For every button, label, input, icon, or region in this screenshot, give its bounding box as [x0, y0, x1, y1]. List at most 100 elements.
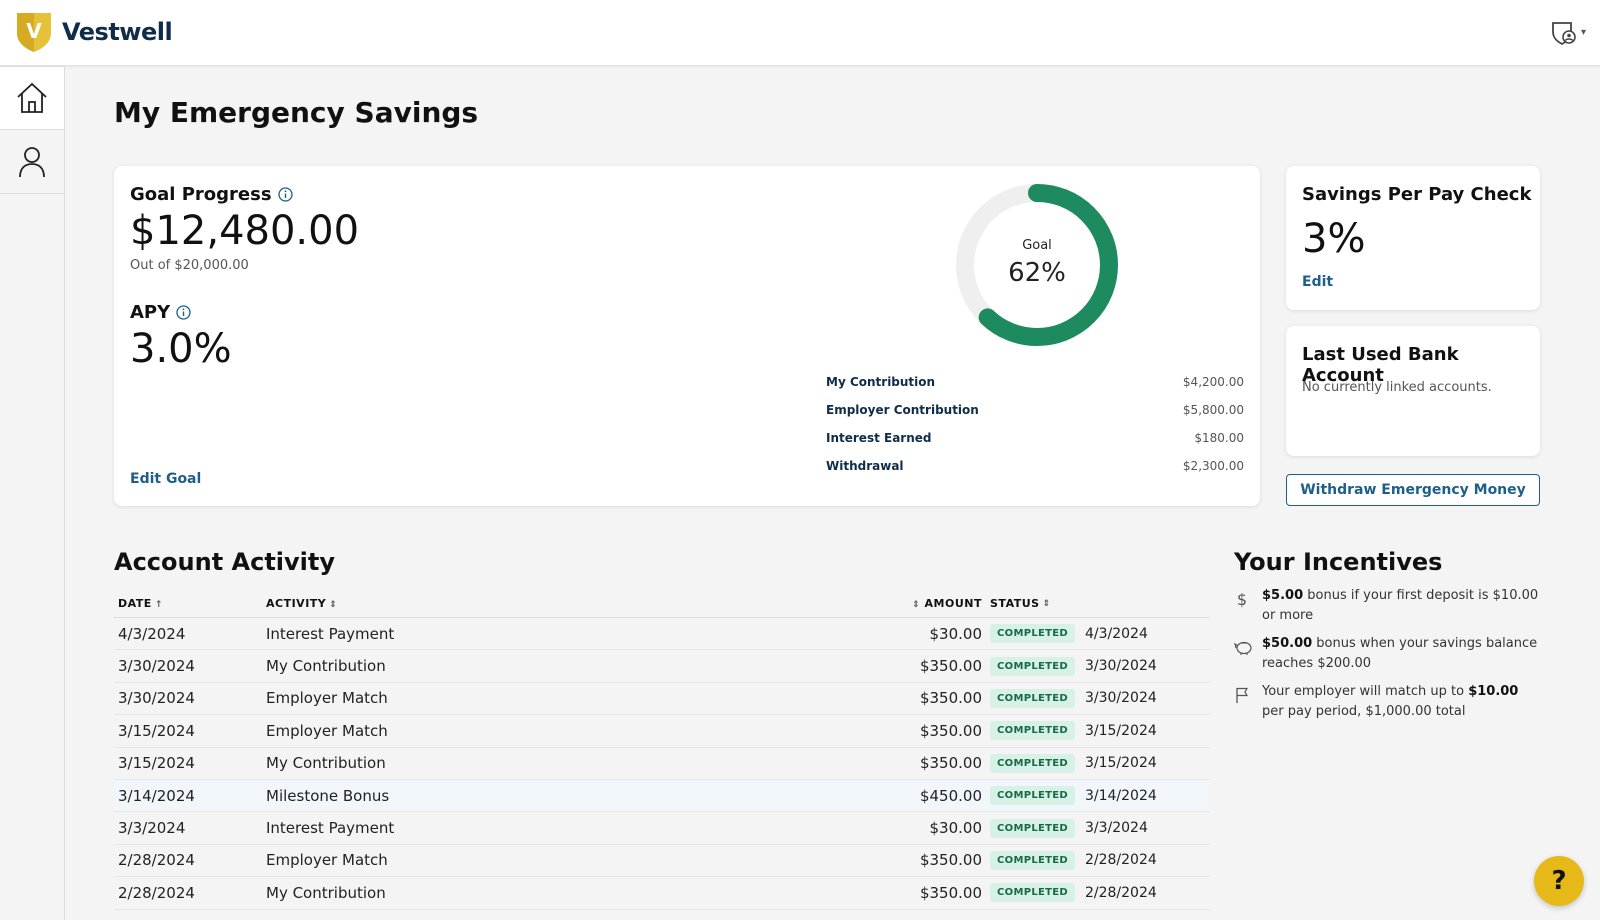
row-amount: $350.00 — [919, 721, 982, 740]
row-amount: $350.00 — [919, 657, 982, 676]
status-date: 3/3/2024 — [1084, 820, 1148, 837]
row-amount: $30.00 — [929, 819, 983, 838]
breakdown-row: Employer Contribution $5,800.00 — [826, 396, 1244, 424]
status-badge: COMPLETED — [990, 786, 1075, 806]
home-icon — [17, 82, 47, 113]
sidebar-item-profile[interactable] — [0, 130, 64, 194]
status-badge: COMPLETED — [990, 624, 1075, 644]
incentive-description: bonus if your first deposit is $10.00 or… — [1262, 588, 1539, 623]
breakdown-value: $4,200.00 — [1182, 375, 1244, 389]
row-date: 3/15/2024 — [118, 754, 195, 773]
column-header-date[interactable]: DATE ↑ — [114, 597, 266, 610]
status-header-label: STATUS — [990, 597, 1040, 610]
brand-name: Vestwell — [62, 18, 173, 46]
sidebar-item-home[interactable] — [0, 66, 64, 130]
row-amount: $30.00 — [929, 624, 983, 643]
table-row[interactable]: 3/30/2024 Employer Match $350.00 COMPLETED 3… — [114, 683, 1210, 716]
row-amount: $350.00 — [919, 754, 982, 773]
row-activity: Employer Match — [266, 721, 388, 740]
table-row[interactable]: 3/3/2024 Interest Payment $30.00 COMPLETED 3… — [114, 812, 1210, 845]
row-activity: My Contribution — [266, 883, 386, 902]
edit-savings-link[interactable]: Edit — [1302, 274, 1333, 290]
column-header-status[interactable]: STATUS ⇕ — [990, 597, 1210, 610]
row-activity: Interest Payment — [266, 819, 395, 838]
row-activity: My Contribution — [266, 657, 386, 676]
status-date: 4/3/2024 — [1084, 625, 1148, 642]
apy-heading: APY — [130, 302, 191, 323]
row-status: COMPLETED 3/30/2024 — [990, 656, 1210, 676]
user-menu[interactable]: ▾ — [1549, 18, 1586, 46]
row-status: COMPLETED 4/3/2024 — [990, 624, 1210, 644]
incentive-description-end: per pay period, $1,000.00 total — [1262, 704, 1466, 719]
breakdown-label: Withdrawal — [826, 459, 904, 473]
breakdown-label: My Contribution — [826, 375, 936, 389]
table-body: 4/3/2024 Interest Payment $30.00 COMPLETED 4… — [114, 618, 1210, 910]
withdraw-emergency-money-button[interactable]: Withdraw Emergency Money — [1286, 474, 1540, 506]
column-header-activity[interactable]: ACTIVITY ⇕ — [266, 597, 642, 610]
row-activity: My Contribution — [266, 754, 386, 773]
row-status: COMPLETED 3/15/2024 — [990, 721, 1210, 741]
sort-asc-icon: ↑ — [154, 600, 163, 610]
table-row[interactable]: 2/28/2024 My Contribution $350.00 COMPLETED… — [114, 877, 1210, 910]
incentive-text: $50.00 bonus when your savings balance r… — [1262, 634, 1544, 674]
status-date: 2/28/2024 — [1084, 884, 1157, 901]
sort-icon: ⇕ — [329, 600, 338, 610]
help-button[interactable]: ? — [1534, 856, 1584, 906]
incentive-text: $5.00 bonus if your first deposit is $10… — [1262, 586, 1544, 626]
top-bar: V Vestwell ▾ — [0, 0, 1600, 66]
row-amount: $350.00 — [919, 851, 982, 870]
breakdown-value: $2,300.00 — [1182, 459, 1244, 473]
breakdown-label: Interest Earned — [826, 431, 932, 445]
row-date: 2/28/2024 — [118, 883, 195, 902]
apy-title: APY — [130, 302, 171, 323]
status-badge: COMPLETED — [990, 753, 1075, 773]
status-date: 3/30/2024 — [1084, 690, 1157, 707]
incentive-amount: $5.00 — [1262, 588, 1304, 603]
donut-label: Goal — [1022, 238, 1052, 253]
info-icon[interactable] — [277, 187, 293, 202]
row-activity: Interest Payment — [266, 624, 395, 643]
row-amount: $350.00 — [919, 689, 982, 708]
table-row[interactable]: 3/15/2024 Employer Match $350.00 COMPLETED 3… — [114, 715, 1210, 748]
incentive-item: $50.00 bonus when your savings balance r… — [1234, 634, 1544, 674]
status-badge: COMPLETED — [990, 850, 1075, 870]
account-activity-table: DATE ↑ ACTIVITY ⇕ ⇕ AMOUNT STATUS ⇕ 4/3/202… — [114, 590, 1210, 910]
goal-progress-title: Goal Progress — [130, 184, 272, 205]
status-badge: COMPLETED — [990, 721, 1075, 741]
edit-goal-link[interactable]: Edit Goal — [130, 471, 201, 487]
row-date: 3/30/2024 — [118, 689, 195, 708]
goal-progress-card: Goal Progress $12,480.00 Out of $20,000.… — [114, 166, 1260, 506]
row-activity: Milestone Bonus — [266, 786, 390, 805]
row-date: 3/14/2024 — [118, 786, 195, 805]
row-status: COMPLETED 3/15/2024 — [990, 753, 1210, 773]
vestwell-logo[interactable]: V Vestwell — [16, 11, 173, 53]
goal-progress-heading: Goal Progress — [130, 184, 293, 205]
incentives-list: $ $5.00 bonus if your first deposit is $… — [1234, 586, 1544, 730]
row-status: COMPLETED 3/14/2024 — [990, 786, 1210, 806]
row-status: COMPLETED 3/3/2024 — [990, 818, 1210, 838]
goal-amount: $12,480.00 — [130, 208, 360, 254]
info-icon[interactable] — [176, 305, 191, 320]
table-row[interactable]: 3/15/2024 My Contribution $350.00 COMPLETED… — [114, 748, 1210, 780]
table-row[interactable]: 3/30/2024 My Contribution $350.00 COMPLETED… — [114, 650, 1210, 683]
svg-text:$: $ — [1237, 590, 1247, 608]
row-date: 4/3/2024 — [118, 624, 186, 643]
table-row[interactable]: 4/3/2024 Interest Payment $30.00 COMPLETED 4… — [114, 618, 1210, 651]
status-date: 3/15/2024 — [1084, 722, 1157, 739]
table-row[interactable]: 2/28/2024 Employer Match $350.00 COMPLETED 2… — [114, 845, 1210, 878]
column-header-amount[interactable]: ⇕ AMOUNT — [642, 597, 990, 610]
piggy-bank-icon — [1234, 641, 1252, 655]
table-row[interactable]: 3/14/2024 Milestone Bonus $450.00 COMPLETED… — [114, 779, 1210, 813]
row-date: 3/3/2024 — [118, 819, 186, 838]
apy-value: 3.0% — [130, 326, 232, 372]
row-activity: Employer Match — [266, 689, 388, 708]
incentive-item: $ $5.00 bonus if your first deposit is $… — [1234, 586, 1544, 626]
row-date: 3/15/2024 — [118, 721, 195, 740]
row-date: 2/28/2024 — [118, 851, 195, 870]
sort-icon: ⇕ — [1042, 598, 1051, 609]
dollar-icon: $ — [1237, 590, 1247, 609]
logo-letter: V — [26, 19, 42, 43]
status-badge: COMPLETED — [990, 688, 1075, 708]
bank-account-status: No currently linked accounts. — [1302, 380, 1492, 395]
savings-per-paycheck-value: 3% — [1302, 216, 1366, 262]
